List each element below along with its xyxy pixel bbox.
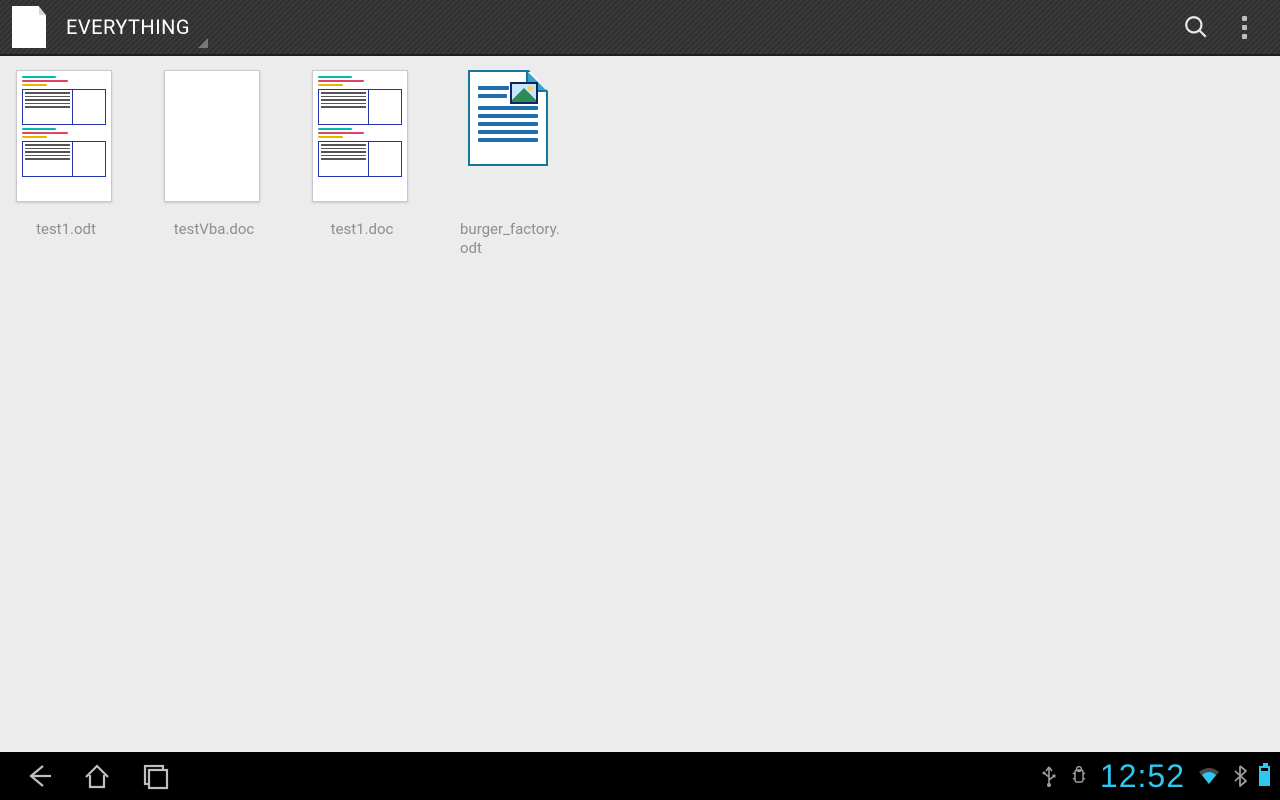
- recent-apps-icon: [139, 760, 171, 792]
- overflow-icon: [1242, 16, 1247, 39]
- file-thumbnail: [164, 70, 260, 202]
- file-grid: test1.odt testVba.doc test1.doc: [0, 56, 1280, 752]
- file-name: test1.odt: [16, 220, 116, 239]
- debug-icon: [1070, 765, 1088, 787]
- overflow-menu-button[interactable]: [1220, 3, 1268, 51]
- search-button[interactable]: [1172, 3, 1220, 51]
- image-icon: [510, 82, 538, 104]
- file-name: testVba.doc: [164, 220, 264, 239]
- file-name: burger_factory.odt: [460, 220, 560, 258]
- file-thumbnail: [312, 70, 408, 202]
- wifi-icon: [1197, 766, 1221, 786]
- back-icon: [23, 760, 55, 792]
- action-bar: EVERYTHING: [0, 0, 1280, 56]
- file-thumbnail: [460, 70, 556, 202]
- battery-icon: [1259, 766, 1270, 786]
- search-icon: [1183, 14, 1209, 40]
- back-button[interactable]: [10, 752, 68, 800]
- spinner-dropdown-icon[interactable]: [198, 38, 208, 48]
- recent-apps-button[interactable]: [126, 752, 184, 800]
- file-thumbnail: [16, 70, 112, 202]
- status-clock: 12:52: [1100, 758, 1185, 795]
- usb-icon: [1040, 765, 1058, 787]
- file-tile[interactable]: burger_factory.odt: [460, 70, 560, 258]
- home-icon: [81, 760, 113, 792]
- system-nav-bar: 12:52: [0, 752, 1280, 800]
- home-button[interactable]: [68, 752, 126, 800]
- app-icon[interactable]: [12, 6, 46, 48]
- status-area[interactable]: 12:52: [1040, 758, 1270, 795]
- page-title[interactable]: EVERYTHING: [66, 15, 190, 39]
- file-tile[interactable]: test1.doc: [312, 70, 412, 239]
- file-name: test1.doc: [312, 220, 412, 239]
- file-tile[interactable]: testVba.doc: [164, 70, 264, 239]
- bluetooth-icon: [1233, 765, 1247, 787]
- file-tile[interactable]: test1.odt: [16, 70, 116, 239]
